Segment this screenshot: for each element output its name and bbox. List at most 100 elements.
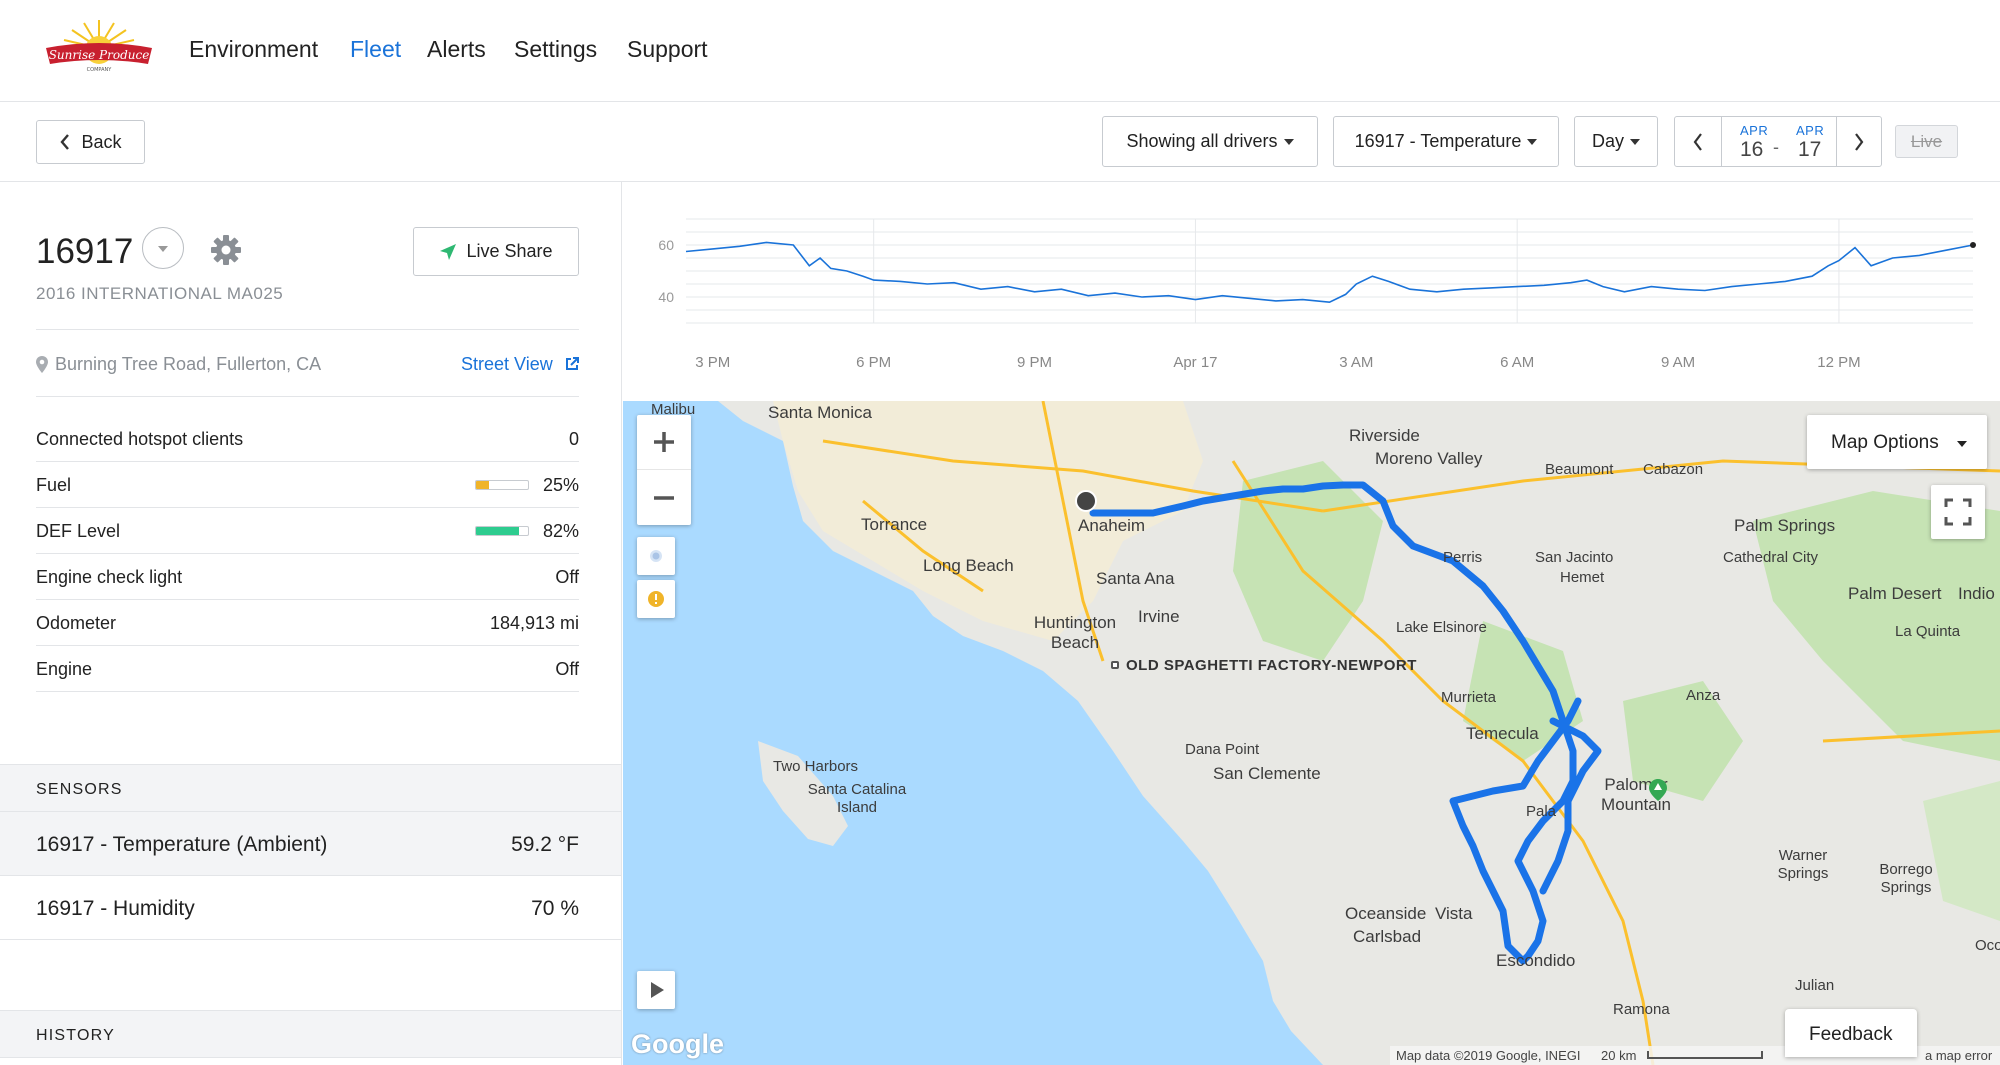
map-error-link[interactable]: a map error	[1925, 1048, 1992, 1063]
map-place-label: Carlsbad	[1353, 927, 1422, 946]
external-link-icon[interactable]	[565, 357, 579, 371]
map-place-label: Indio	[1958, 584, 1995, 603]
map-place-label: Cabazon	[1643, 461, 1704, 478]
map-place-label: San Jacinto	[1535, 549, 1614, 566]
vehicle-id: 16917	[36, 232, 134, 271]
stat-label: Engine	[36, 659, 93, 679]
caret-down-icon	[158, 246, 168, 252]
chart-y-tick-label: 40	[658, 289, 674, 305]
nav-environment[interactable]: Environment	[189, 36, 318, 63]
map-place-label: Borrego Springs	[1879, 861, 1933, 896]
map-place-label: Temecula	[1466, 724, 1539, 743]
def-level-fill	[476, 527, 519, 535]
map-place-label: Palm Springs	[1734, 516, 1836, 535]
stat-value: 0	[568, 429, 579, 449]
stat-label: Connected hotspot clients	[36, 429, 244, 449]
prev-date-button[interactable]	[1675, 117, 1722, 166]
map-scale-bar	[1647, 1051, 1763, 1059]
map-attribution: Map data ©2019 Google, INEGI	[1396, 1048, 1581, 1063]
stat-value: Off	[555, 659, 579, 679]
poi-marker[interactable]	[1111, 661, 1119, 669]
date-to-month: APR	[1796, 123, 1825, 138]
sensor-label: 16917 - Humidity	[36, 897, 195, 920]
svg-text:Sunrise Produce: Sunrise Produce	[49, 48, 150, 62]
sunrise-produce-logo[interactable]: Sunrise Produce COMPANY	[44, 18, 154, 78]
date-separator: -	[1773, 137, 1779, 157]
map-pin-icon	[36, 356, 48, 373]
map[interactable]: Malibu Santa Monica Torrance Long Beach …	[623, 401, 2000, 1065]
map-place-label: Santa Ana	[1096, 569, 1175, 588]
sensor-select[interactable]: 16917 - Temperature	[1333, 116, 1559, 167]
poi-label[interactable]: OLD SPAGHETTI FACTORY-NEWPORT	[1126, 657, 1417, 674]
range-select[interactable]: Day	[1574, 116, 1658, 167]
next-date-button[interactable]	[1836, 117, 1881, 166]
locate-button[interactable]	[637, 537, 675, 575]
plus-icon	[654, 432, 674, 452]
stat-value: 25%	[542, 475, 579, 495]
chart-x-tick-label: 3 AM	[1339, 354, 1373, 371]
gear-icon[interactable]	[210, 234, 242, 266]
sensors-header: SENSORS	[0, 764, 621, 812]
sensor-row-humidity[interactable]: 16917 - Humidity 70 %	[0, 876, 621, 940]
map-place-label: Beaumont	[1545, 461, 1614, 478]
map-place-label: Oceanside	[1345, 904, 1427, 923]
map-place-label: Escondido	[1496, 951, 1576, 970]
sensor-row-temperature[interactable]: 16917 - Temperature (Ambient) 59.2 °F	[0, 812, 621, 876]
live-share-label: Live Share	[466, 241, 553, 261]
map-place-label: Warner Springs	[1777, 847, 1829, 882]
chart-x-tick-label: 9 AM	[1661, 354, 1695, 371]
street-view-link[interactable]: Street View	[461, 354, 553, 375]
chart-x-tick-label: 12 PM	[1817, 354, 1860, 371]
playback-button[interactable]	[637, 971, 675, 1009]
map-place-label: Santa Catalina Island	[807, 781, 907, 816]
date-from-month: APR	[1740, 123, 1769, 138]
map-place-label: Santa Monica	[768, 403, 872, 422]
fuel-level-fill	[476, 481, 489, 489]
drivers-select[interactable]: Showing all drivers	[1102, 116, 1318, 167]
chart-y-tick-label: 60	[658, 237, 674, 253]
sensor-value: 59.2 °F	[511, 833, 579, 856]
nav-settings[interactable]: Settings	[514, 36, 597, 63]
warning-icon	[648, 591, 664, 607]
map-place-label: Pala	[1526, 803, 1557, 820]
chevron-left-icon	[1693, 132, 1702, 151]
back-button[interactable]: Back	[36, 120, 145, 164]
nav-support[interactable]: Support	[627, 36, 708, 63]
nav-fleet[interactable]: Fleet	[350, 36, 401, 63]
zoom-out-button[interactable]	[637, 470, 691, 525]
top-navigation: Sunrise Produce COMPANY Environment Flee…	[0, 0, 2000, 102]
nav-alerts[interactable]: Alerts	[427, 36, 486, 63]
vehicle-dropdown-button[interactable]	[142, 227, 184, 269]
location-dot-icon	[650, 550, 662, 562]
live-share-button[interactable]: Live Share	[413, 227, 579, 276]
date-range-display[interactable]: APR 16 - APR 17	[1722, 117, 1836, 166]
date-from-day: 16	[1740, 138, 1764, 161]
stat-value: 82%	[542, 521, 579, 541]
alerts-layer-button[interactable]	[637, 580, 675, 618]
map-place-label: Lake Elsinore	[1396, 619, 1487, 636]
map-place-label: Palomar Mountain	[1601, 775, 1671, 814]
caret-down-icon	[1283, 138, 1294, 145]
vehicle-location: Burning Tree Road, Fullerton, CA	[55, 354, 322, 374]
range-select-label: Day	[1591, 131, 1624, 151]
map-place-label: Murrieta	[1441, 689, 1497, 706]
zoom-in-button[interactable]	[637, 415, 691, 470]
live-button[interactable]: Live	[1895, 125, 1958, 158]
feedback-label: Feedback	[1809, 1024, 1893, 1045]
map-place-label: Vista	[1435, 904, 1473, 923]
caret-down-icon	[1630, 138, 1640, 145]
map-place-label: La Quinta	[1895, 623, 1961, 640]
vehicle-details-panel: 16917 Live Share 2016 INTERNATIONAL MA02…	[0, 182, 622, 1065]
map-place-label: Torrance	[861, 515, 928, 534]
park-pin-icon	[1649, 779, 1667, 801]
map-place-label: Riverside	[1349, 426, 1420, 445]
map-options-button[interactable]: Map Options	[1807, 415, 1987, 469]
stat-label: Engine check light	[36, 567, 183, 587]
caret-down-icon	[1957, 441, 1967, 447]
vehicle-model: 2016 INTERNATIONAL MA025	[36, 284, 284, 303]
chart-last-point	[1970, 242, 1976, 248]
back-button-label: Back	[81, 131, 122, 152]
stat-row-hotspot: Connected hotspot clients 0	[36, 416, 579, 462]
fullscreen-button[interactable]	[1931, 485, 1985, 539]
feedback-button[interactable]: Feedback	[1785, 1009, 1917, 1057]
